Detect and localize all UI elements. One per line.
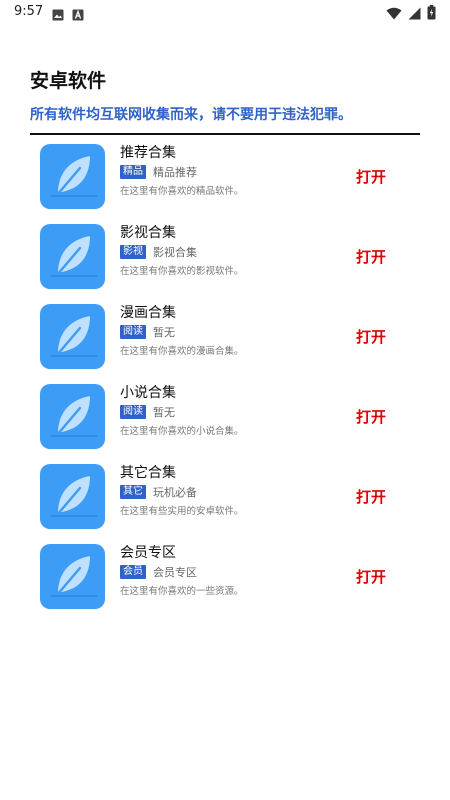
category-badge: 阅读 [120, 405, 146, 419]
list-item[interactable]: 其它合集 其它 玩机必备 在这里有些实用的安卓软件。 打开 [0, 456, 450, 536]
category-badge: 阅读 [120, 325, 146, 339]
category-badge: 影视 [120, 245, 146, 259]
open-button[interactable]: 打开 [356, 566, 386, 587]
item-title: 其它合集 [120, 465, 176, 481]
status-notification-icons [52, 6, 84, 25]
category-badge: 精品 [120, 165, 146, 179]
app-collection-list: 推荐合集 精品 精品推荐 在这里有你喜欢的精品软件。 打开 影视合集 影视 影视… [0, 136, 450, 616]
page-title: 安卓软件 [30, 70, 107, 92]
item-description: 在这里有你喜欢的精品软件。 [120, 186, 244, 197]
open-button[interactable]: 打开 [356, 246, 386, 267]
status-system-icons [386, 5, 436, 24]
item-title: 小说合集 [120, 385, 176, 401]
item-tag-row: 阅读 暂无 [120, 324, 175, 340]
item-description: 在这里有你喜欢的影视软件。 [120, 266, 244, 277]
category-badge: 会员 [120, 565, 146, 579]
image-icon [52, 6, 64, 25]
wifi-icon [386, 5, 402, 24]
status-time: 9:57 [14, 4, 44, 19]
battery-icon [427, 5, 436, 24]
item-tag-row: 其它 玩机必备 [120, 484, 197, 500]
item-tag-row: 影视 影视合集 [120, 244, 197, 260]
category-badge: 其它 [120, 485, 146, 499]
font-icon [72, 6, 84, 25]
item-subtitle: 会员专区 [153, 566, 197, 579]
feather-app-icon [40, 544, 105, 609]
open-button[interactable]: 打开 [356, 486, 386, 507]
item-tag-row: 会员 会员专区 [120, 564, 197, 580]
item-subtitle: 暂无 [153, 326, 175, 339]
open-button[interactable]: 打开 [356, 406, 386, 427]
item-title: 影视合集 [120, 225, 176, 241]
open-button[interactable]: 打开 [356, 326, 386, 347]
signal-icon [408, 5, 421, 24]
item-description: 在这里有你喜欢的一些资源。 [120, 586, 244, 597]
item-title: 漫画合集 [120, 305, 176, 321]
header-divider [30, 133, 420, 135]
item-title: 会员专区 [120, 545, 176, 561]
list-item[interactable]: 漫画合集 阅读 暂无 在这里有你喜欢的漫画合集。 打开 [0, 296, 450, 376]
list-item[interactable]: 小说合集 阅读 暂无 在这里有你喜欢的小说合集。 打开 [0, 376, 450, 456]
feather-app-icon [40, 224, 105, 289]
list-item[interactable]: 会员专区 会员 会员专区 在这里有你喜欢的一些资源。 打开 [0, 536, 450, 616]
disclaimer-notice: 所有软件均互联网收集而来，请不要用于违法犯罪。 [30, 107, 352, 123]
item-description: 在这里有些实用的安卓软件。 [120, 506, 244, 517]
item-subtitle: 玩机必备 [153, 486, 197, 499]
list-item[interactable]: 推荐合集 精品 精品推荐 在这里有你喜欢的精品软件。 打开 [0, 136, 450, 216]
item-tag-row: 阅读 暂无 [120, 404, 175, 420]
item-subtitle: 精品推荐 [153, 166, 197, 179]
item-tag-row: 精品 精品推荐 [120, 164, 197, 180]
feather-app-icon [40, 144, 105, 209]
item-title: 推荐合集 [120, 145, 176, 161]
item-description: 在这里有你喜欢的小说合集。 [120, 426, 244, 437]
status-bar: 9:57 [0, 0, 450, 26]
item-description: 在这里有你喜欢的漫画合集。 [120, 346, 244, 357]
item-subtitle: 暂无 [153, 406, 175, 419]
item-subtitle: 影视合集 [153, 246, 197, 259]
open-button[interactable]: 打开 [356, 166, 386, 187]
list-item[interactable]: 影视合集 影视 影视合集 在这里有你喜欢的影视软件。 打开 [0, 216, 450, 296]
feather-app-icon [40, 464, 105, 529]
feather-app-icon [40, 384, 105, 449]
feather-app-icon [40, 304, 105, 369]
